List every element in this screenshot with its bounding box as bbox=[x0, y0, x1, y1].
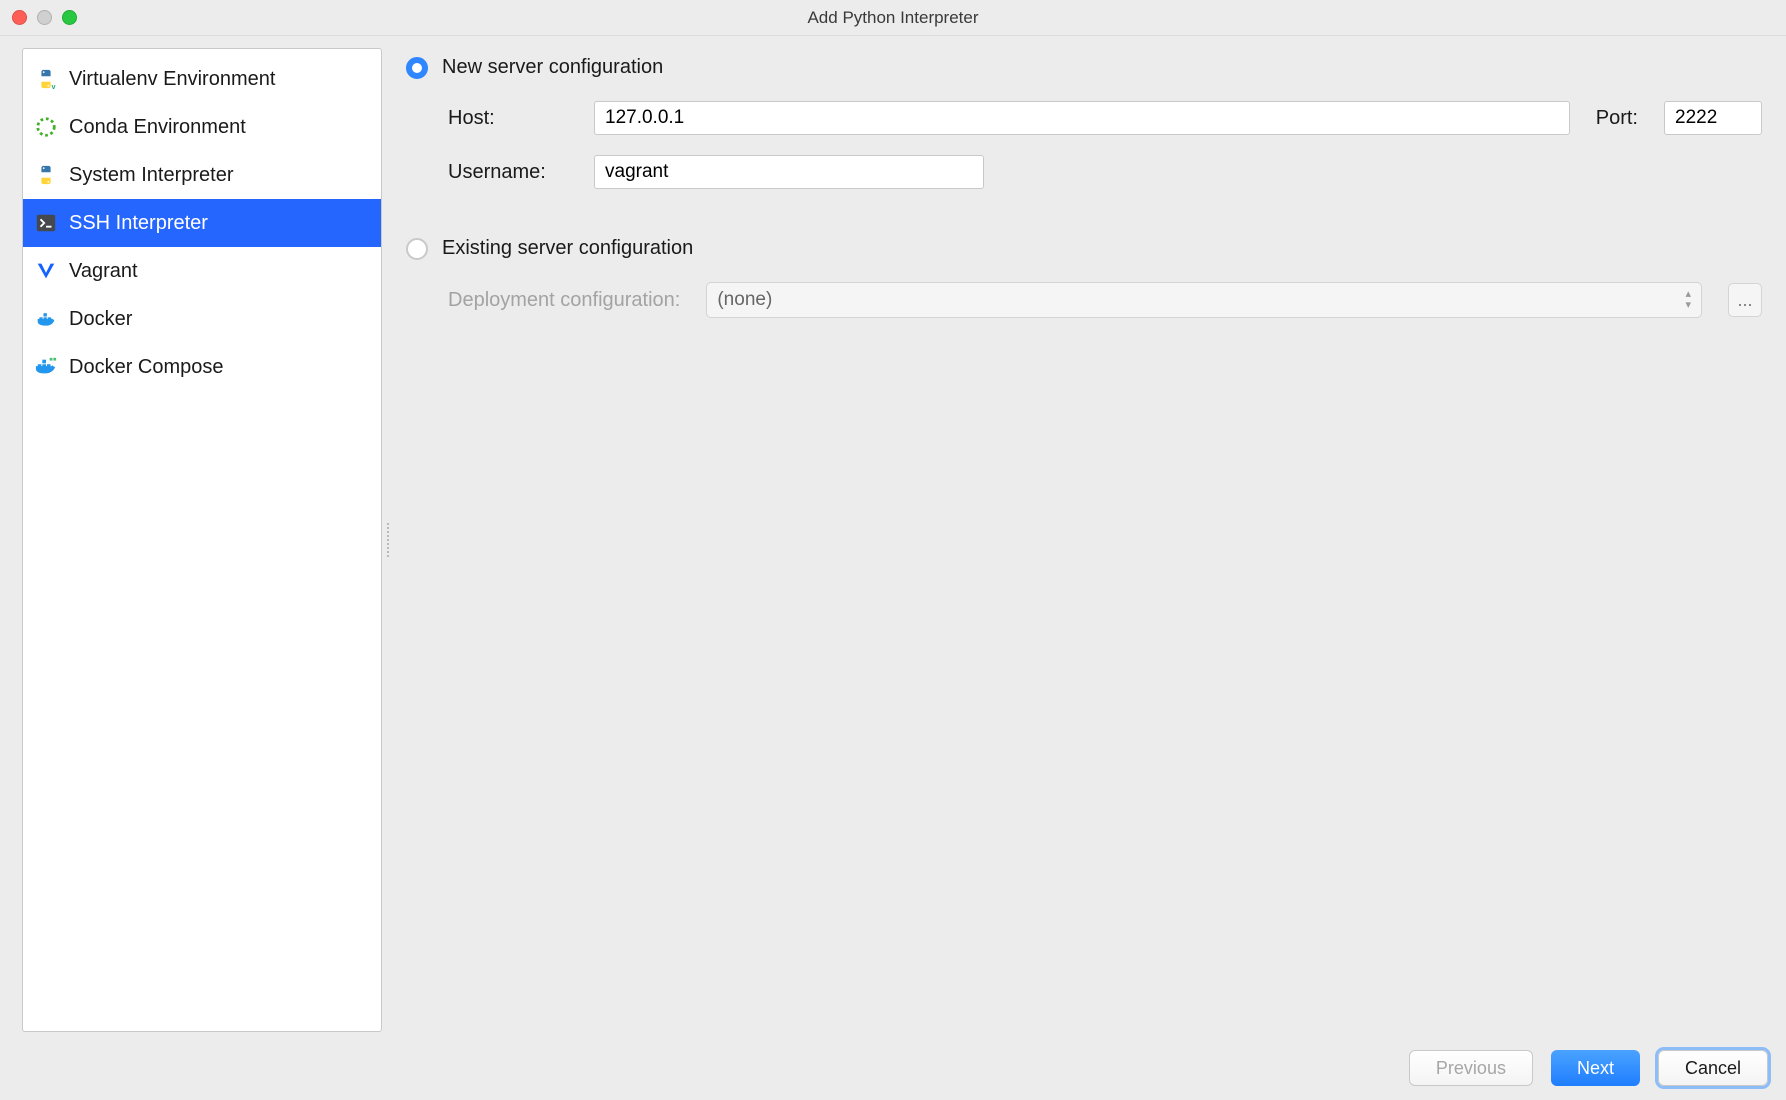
username-label: Username: bbox=[448, 161, 568, 184]
sidebar-item-ssh[interactable]: SSH Interpreter bbox=[23, 199, 381, 247]
sidebar-item-docker-compose[interactable]: Docker Compose bbox=[23, 343, 381, 391]
svg-text:v: v bbox=[52, 82, 57, 90]
host-row: Host: Port: bbox=[448, 101, 1762, 135]
ellipsis-icon: ... bbox=[1737, 290, 1752, 311]
host-label: Host: bbox=[448, 107, 568, 130]
split-handle[interactable] bbox=[382, 48, 394, 1032]
cancel-button[interactable]: Cancel bbox=[1658, 1050, 1768, 1086]
deployment-browse-button[interactable]: ... bbox=[1728, 283, 1762, 317]
python-icon: v bbox=[35, 68, 57, 90]
deployment-value: (none) bbox=[717, 289, 772, 311]
cancel-label: Cancel bbox=[1685, 1058, 1741, 1079]
deployment-row: Deployment configuration: (none) ▴▾ ... bbox=[448, 282, 1762, 318]
sidebar-item-vagrant[interactable]: Vagrant bbox=[23, 247, 381, 295]
sidebar-item-docker[interactable]: Docker bbox=[23, 295, 381, 343]
conda-icon bbox=[35, 116, 57, 138]
radio-new-row[interactable]: New server configuration bbox=[406, 56, 1762, 79]
chevron-updown-icon: ▴▾ bbox=[1685, 289, 1691, 311]
python-icon bbox=[35, 164, 57, 186]
next-label: Next bbox=[1577, 1058, 1614, 1079]
close-window-button[interactable] bbox=[12, 10, 27, 25]
sidebar-item-label: Docker bbox=[69, 308, 132, 331]
previous-label: Previous bbox=[1436, 1058, 1506, 1079]
dialog-footer: Previous Next Cancel bbox=[22, 1032, 1768, 1086]
port-input[interactable] bbox=[1664, 101, 1762, 135]
sidebar-item-virtualenv[interactable]: v Virtualenv Environment bbox=[23, 55, 381, 103]
radio-existing[interactable] bbox=[406, 238, 428, 260]
radio-existing-label: Existing server configuration bbox=[442, 237, 693, 260]
radio-new-label: New server configuration bbox=[442, 56, 663, 79]
sidebar: v Virtualenv Environment Conda Environme… bbox=[22, 48, 382, 1032]
docker-icon bbox=[35, 308, 57, 330]
sidebar-item-label: Docker Compose bbox=[69, 356, 224, 379]
port-label: Port: bbox=[1596, 107, 1638, 130]
sidebar-item-conda[interactable]: Conda Environment bbox=[23, 103, 381, 151]
zoom-window-button[interactable] bbox=[62, 10, 77, 25]
sidebar-item-label: Conda Environment bbox=[69, 116, 246, 139]
window-controls bbox=[12, 10, 77, 25]
titlebar: Add Python Interpreter bbox=[0, 0, 1786, 36]
username-input[interactable] bbox=[594, 155, 984, 189]
vagrant-icon bbox=[35, 260, 57, 282]
main-panel: New server configuration Host: Port: Use… bbox=[394, 48, 1768, 1032]
terminal-icon bbox=[35, 212, 57, 234]
sidebar-item-label: Vagrant bbox=[69, 260, 138, 283]
new-config-section: Host: Port: Username: bbox=[448, 101, 1762, 209]
dialog-window: Add Python Interpreter v Virtualenv Envi… bbox=[0, 0, 1786, 1100]
existing-config-section: Deployment configuration: (none) ▴▾ ... bbox=[448, 282, 1762, 338]
radio-existing-row[interactable]: Existing server configuration bbox=[406, 237, 1762, 260]
window-title: Add Python Interpreter bbox=[0, 8, 1786, 28]
dialog-body: v Virtualenv Environment Conda Environme… bbox=[0, 36, 1786, 1100]
grip-icon bbox=[386, 522, 390, 558]
sidebar-item-label: System Interpreter bbox=[69, 164, 234, 187]
deployment-combo[interactable]: (none) ▴▾ bbox=[706, 282, 1702, 318]
sidebar-item-label: SSH Interpreter bbox=[69, 212, 208, 235]
sidebar-item-system[interactable]: System Interpreter bbox=[23, 151, 381, 199]
previous-button[interactable]: Previous bbox=[1409, 1050, 1533, 1086]
split-pane: v Virtualenv Environment Conda Environme… bbox=[22, 48, 1768, 1032]
username-row: Username: bbox=[448, 155, 1762, 189]
next-button[interactable]: Next bbox=[1551, 1050, 1640, 1086]
docker-compose-icon bbox=[35, 356, 57, 378]
radio-new[interactable] bbox=[406, 57, 428, 79]
sidebar-item-label: Virtualenv Environment bbox=[69, 68, 275, 91]
deployment-label: Deployment configuration: bbox=[448, 289, 680, 312]
host-input[interactable] bbox=[594, 101, 1570, 135]
minimize-window-button[interactable] bbox=[37, 10, 52, 25]
